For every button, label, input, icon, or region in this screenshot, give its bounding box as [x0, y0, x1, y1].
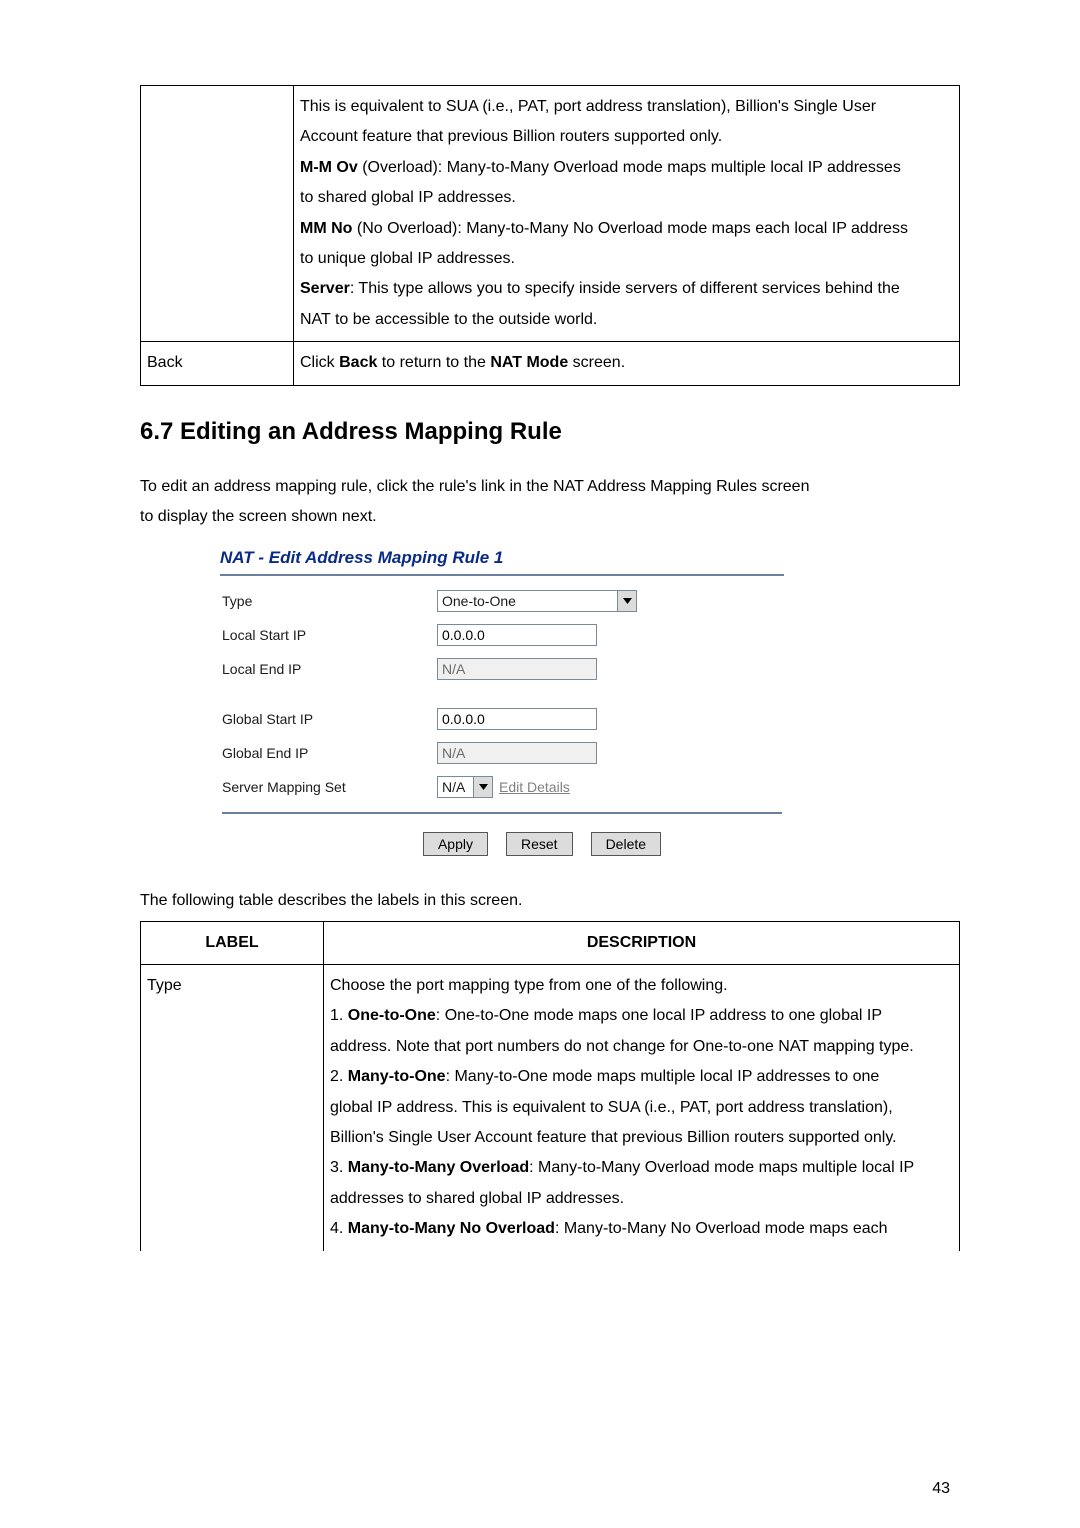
- global-start-ip-input[interactable]: [437, 708, 597, 730]
- labels-table: LABEL DESCRIPTION Type Choose the port m…: [140, 921, 960, 1251]
- labels-table-row-label: Type: [141, 965, 324, 1251]
- form-title: NAT - Edit Address Mapping Rule 1: [220, 548, 960, 568]
- labels-table-header-label: LABEL: [141, 921, 324, 964]
- global-start-ip-label: Global Start IP: [222, 711, 437, 727]
- type-label: Type: [222, 593, 437, 609]
- local-end-ip-label: Local End IP: [222, 661, 437, 677]
- top-table: This is equivalent to SUA (i.e., PAT, po…: [140, 85, 960, 386]
- top-table-back-label: Back: [141, 342, 294, 385]
- reset-button[interactable]: Reset: [506, 832, 573, 856]
- global-end-ip-label: Global End IP: [222, 745, 437, 761]
- top-table-desc-cell: This is equivalent to SUA (i.e., PAT, po…: [294, 86, 960, 342]
- top-table-back-desc: Click Back to return to the NAT Mode scr…: [294, 342, 960, 385]
- edit-rule-screenshot: NAT - Edit Address Mapping Rule 1 Type O…: [220, 548, 960, 856]
- labels-table-header-desc: DESCRIPTION: [324, 921, 960, 964]
- apply-button[interactable]: Apply: [423, 832, 488, 856]
- type-select[interactable]: One-to-One: [437, 590, 637, 612]
- local-start-ip-input[interactable]: [437, 624, 597, 646]
- chevron-down-icon: [617, 591, 636, 611]
- page-number: 43: [932, 1480, 950, 1498]
- labels-table-row-desc: Choose the port mapping type from one of…: [324, 965, 960, 1251]
- server-mapping-set-select[interactable]: N/A: [437, 776, 493, 798]
- server-mapping-set-label: Server Mapping Set: [222, 779, 437, 795]
- intro-paragraph: To edit an address mapping rule, click t…: [140, 472, 960, 533]
- section-heading: 6.7 Editing an Address Mapping Rule: [140, 418, 960, 446]
- global-end-ip-input[interactable]: [437, 742, 597, 764]
- chevron-down-icon: [473, 777, 492, 797]
- local-start-ip-label: Local Start IP: [222, 627, 437, 643]
- local-end-ip-input[interactable]: [437, 658, 597, 680]
- delete-button[interactable]: Delete: [591, 832, 661, 856]
- edit-details-link[interactable]: Edit Details: [499, 779, 570, 795]
- table-caption: The following table describes the labels…: [140, 886, 960, 916]
